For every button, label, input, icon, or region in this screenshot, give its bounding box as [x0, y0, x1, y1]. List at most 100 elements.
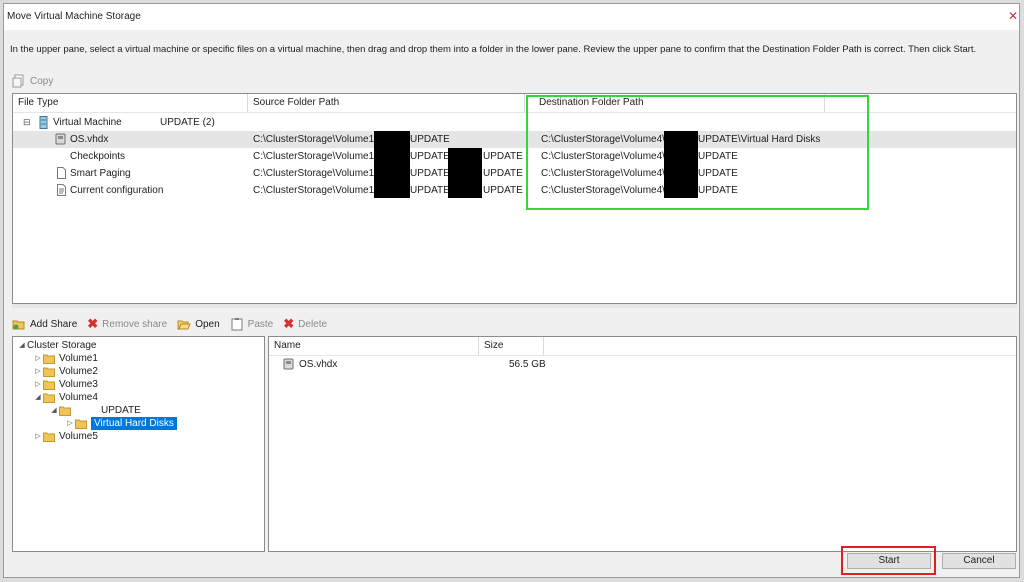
- paste-label: Paste: [247, 318, 274, 330]
- vm-name: UPDATE (2): [160, 117, 215, 128]
- cancel-button[interactable]: Cancel: [942, 553, 1016, 569]
- source-path-mid: UPDATE\: [410, 151, 453, 162]
- source-path-tail: UPDATE: [483, 185, 523, 196]
- tree-item-volume4[interactable]: ◢ Volume4: [33, 391, 98, 404]
- config-icon: [57, 184, 66, 202]
- tree-item-volume5[interactable]: ▷ Volume5: [33, 430, 98, 443]
- source-path-mid: UPDATE\: [410, 168, 453, 179]
- delete-button[interactable]: ✖ Delete: [283, 316, 327, 332]
- file-row-current-configuration[interactable]: Current configuration C:\ClusterStorage\…: [13, 182, 1016, 199]
- tree-label: Volume5: [59, 431, 98, 442]
- vm-files-list[interactable]: File Type Source Folder Path Destination…: [12, 93, 1017, 304]
- tree-label: Volume4: [59, 392, 98, 403]
- column-name[interactable]: Name: [269, 337, 479, 355]
- collapsed-arrow-icon[interactable]: ▷: [33, 352, 43, 365]
- destination-path: C:\ClusterStorage\Volume4\: [541, 185, 665, 196]
- instructions-text: In the upper pane, select a virtual mach…: [10, 44, 977, 55]
- folder-icon: [43, 354, 55, 364]
- folder-icon: [43, 380, 55, 390]
- close-icon[interactable]: ✕: [1007, 10, 1019, 22]
- file-type-label: Current configuration: [70, 185, 164, 196]
- source-path: C:\ClusterStorage\Volume1\: [253, 185, 377, 196]
- open-folder-icon: [177, 320, 191, 330]
- tree-label: Volume3: [59, 379, 98, 390]
- file-row[interactable]: OS.vhdx 56.5 GB: [269, 356, 1016, 373]
- folder-tree[interactable]: ◢ Cluster Storage ▷ Volume1 ▷ Volume2 ▷ …: [12, 336, 265, 552]
- collapsed-arrow-icon[interactable]: ▷: [33, 378, 43, 391]
- destination-path-tail: UPDATE: [698, 151, 738, 162]
- file-name: OS.vhdx: [299, 359, 338, 370]
- expanded-arrow-icon[interactable]: ◢: [33, 391, 43, 404]
- collapsed-arrow-icon[interactable]: ▷: [33, 365, 43, 378]
- collapsed-arrow-icon[interactable]: ▷: [33, 430, 43, 443]
- remove-share-icon: ✖: [87, 316, 99, 331]
- folder-contents-list[interactable]: Name Size OS.vhdx 56.5 GB: [268, 336, 1017, 552]
- source-path-tail: UPDATE: [410, 134, 450, 145]
- paste-icon: [231, 318, 243, 331]
- pane-splitter[interactable]: [12, 304, 1017, 308]
- dialog-window: Move Virtual Machine Storage ✕ In the up…: [3, 3, 1020, 578]
- file-row-smart-paging[interactable]: Smart Paging C:\ClusterStorage\Volume1\ …: [13, 165, 1016, 182]
- add-share-button[interactable]: Add Share: [12, 317, 77, 331]
- destination-path-tail: UPDATE: [698, 168, 738, 179]
- top-toolbar: Copy: [12, 72, 63, 90]
- open-button[interactable]: Open: [177, 317, 220, 331]
- title-bar: Move Virtual Machine Storage ✕: [4, 4, 1019, 30]
- destination-path: C:\ClusterStorage\Volume4\: [541, 168, 665, 179]
- folder-icon: [75, 419, 87, 429]
- start-button[interactable]: Start: [847, 553, 931, 569]
- folder-icon: [43, 432, 55, 442]
- destination-path: C:\ClusterStorage\Volume4\: [541, 151, 665, 162]
- source-path: C:\ClusterStorage\Volume1\: [253, 168, 377, 179]
- redaction-source-sub: [448, 148, 482, 198]
- column-source-path[interactable]: Source Folder Path: [248, 94, 525, 112]
- vm-row[interactable]: ⊟ Virtual Machine UPDATE (2): [13, 114, 1016, 131]
- list-header: File Type Source Folder Path Destination…: [13, 94, 1016, 113]
- paste-button[interactable]: Paste: [230, 317, 274, 331]
- destination-path-tail: UPDATE\Virtual Hard Disks: [698, 134, 821, 145]
- vm-label: Virtual Machine: [53, 117, 122, 128]
- folder-icon: [59, 406, 71, 416]
- tree-label: Volume2: [59, 366, 98, 377]
- remove-share-label: Remove share: [102, 318, 168, 330]
- destination-path-tail: UPDATE: [698, 185, 738, 196]
- source-path-tail: UPDATE: [483, 151, 523, 162]
- folder-icon: [43, 393, 55, 403]
- source-path: C:\ClusterStorage\Volume1\: [253, 134, 377, 145]
- delete-icon: ✖: [283, 316, 295, 331]
- file-row-os-vhdx[interactable]: OS.vhdx C:\ClusterStorage\Volume1\ UPDAT…: [13, 131, 1016, 148]
- column-destination-path[interactable]: Destination Folder Path: [525, 94, 825, 112]
- tree-item-volume1[interactable]: ▷ Volume1: [33, 352, 98, 365]
- tree-label: UPDATE: [101, 405, 141, 416]
- open-label: Open: [195, 318, 220, 330]
- expanded-arrow-icon[interactable]: ◢: [17, 339, 27, 352]
- source-path-mid: UPDATE\: [410, 185, 453, 196]
- add-share-icon: [12, 320, 25, 330]
- bottom-toolbar: Add Share ✖ Remove share Open Paste ✖ De…: [12, 315, 337, 333]
- column-size[interactable]: Size: [479, 337, 544, 355]
- file-row-checkpoints[interactable]: Checkpoints C:\ClusterStorage\Volume1\ U…: [13, 148, 1016, 165]
- tree-item-virtual-hard-disks[interactable]: ▷ Virtual Hard Disks: [65, 417, 177, 430]
- tree-item-volume3[interactable]: ▷ Volume3: [33, 378, 98, 391]
- file-type-label: Smart Paging: [70, 168, 131, 179]
- add-share-label: Add Share: [30, 318, 78, 330]
- disk-icon: [283, 358, 294, 376]
- remove-share-button[interactable]: ✖ Remove share: [87, 316, 167, 332]
- tree-item-cluster-storage[interactable]: ◢ Cluster Storage: [17, 339, 96, 352]
- expanded-arrow-icon[interactable]: ◢: [49, 404, 59, 417]
- collapsed-arrow-icon[interactable]: ▷: [65, 417, 75, 430]
- source-path: C:\ClusterStorage\Volume1\: [253, 151, 377, 162]
- tree-item-volume2[interactable]: ▷ Volume2: [33, 365, 98, 378]
- redaction-destination-vm: [664, 131, 698, 198]
- window-title: Move Virtual Machine Storage: [7, 11, 141, 22]
- copy-button[interactable]: Copy: [12, 74, 53, 88]
- tree-label: Virtual Hard Disks: [91, 417, 177, 430]
- source-path-tail: UPDATE: [483, 168, 523, 179]
- destination-path: C:\ClusterStorage\Volume4\: [541, 134, 665, 145]
- redaction-source-vm: [374, 131, 410, 198]
- collapse-icon[interactable]: ⊟: [23, 114, 31, 131]
- tree-label: Cluster Storage: [27, 340, 97, 351]
- files-header: Name Size: [269, 337, 1016, 356]
- tree-item-update[interactable]: ◢ UPDATE: [49, 404, 141, 417]
- column-file-type[interactable]: File Type: [13, 94, 248, 112]
